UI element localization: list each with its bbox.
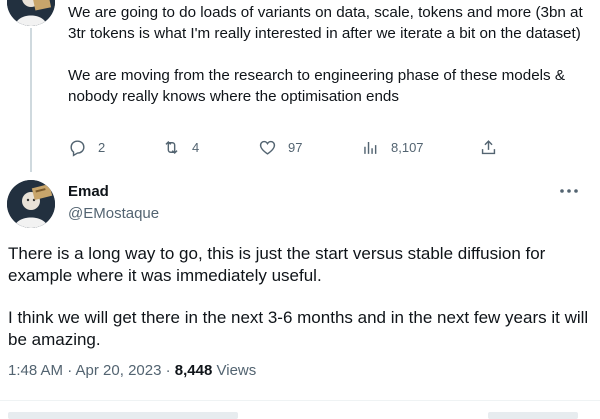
like-count: 97	[288, 139, 303, 155]
author-avatar[interactable]	[7, 180, 55, 228]
bookmarks-partial	[488, 412, 578, 419]
tweet-text: There is a long way to go, this is just …	[8, 243, 593, 350]
tweet-paragraph: There is a long way to go, this is just …	[8, 244, 546, 285]
retweet-count: 4	[192, 139, 200, 155]
reply-icon	[70, 139, 85, 157]
reply-button[interactable]: 2	[68, 136, 105, 158]
tweet-meta: 1:48 AM · Apr 20, 2023 · 8,448 Views	[8, 362, 256, 379]
thread-connector-line	[30, 28, 32, 172]
retweet-button[interactable]: 4	[162, 136, 199, 158]
previous-tweet-text: We are going to do loads of variants on …	[68, 2, 588, 107]
meta-separator: ·	[161, 362, 175, 379]
retweet-icon	[165, 140, 178, 154]
previous-author-avatar[interactable]	[7, 0, 55, 26]
tweet-views-label: Views	[216, 362, 257, 379]
tweet-views-count: 8,448	[174, 362, 213, 379]
tweet-timestamp[interactable]: 1:48 AM · Apr 20, 2023	[8, 362, 161, 379]
views-button[interactable]: 8,107	[361, 136, 424, 158]
share-icon	[481, 139, 496, 154]
like-button[interactable]: 97	[258, 136, 302, 158]
analytics-icon	[364, 141, 377, 154]
reply-count: 2	[98, 139, 106, 155]
more-options-button[interactable]	[554, 178, 584, 204]
share-button[interactable]	[479, 136, 498, 158]
author-name[interactable]: Emad	[68, 183, 109, 200]
previous-tweet-paragraph: We are going to do loads of variants on …	[68, 4, 583, 42]
views-count: 8,107	[391, 139, 424, 155]
author-handle[interactable]: @EMostaque	[68, 205, 159, 222]
previous-tweet-paragraph: We are moving from the research to engin…	[68, 67, 565, 105]
engagement-stats-partial	[8, 412, 238, 419]
previous-tweet-actions: 2 4 97 8,107	[68, 136, 498, 158]
more-icon	[560, 189, 578, 193]
heart-icon	[259, 140, 276, 155]
divider	[0, 400, 600, 401]
tweet-paragraph: I think we will get there in the next 3-…	[8, 308, 589, 349]
